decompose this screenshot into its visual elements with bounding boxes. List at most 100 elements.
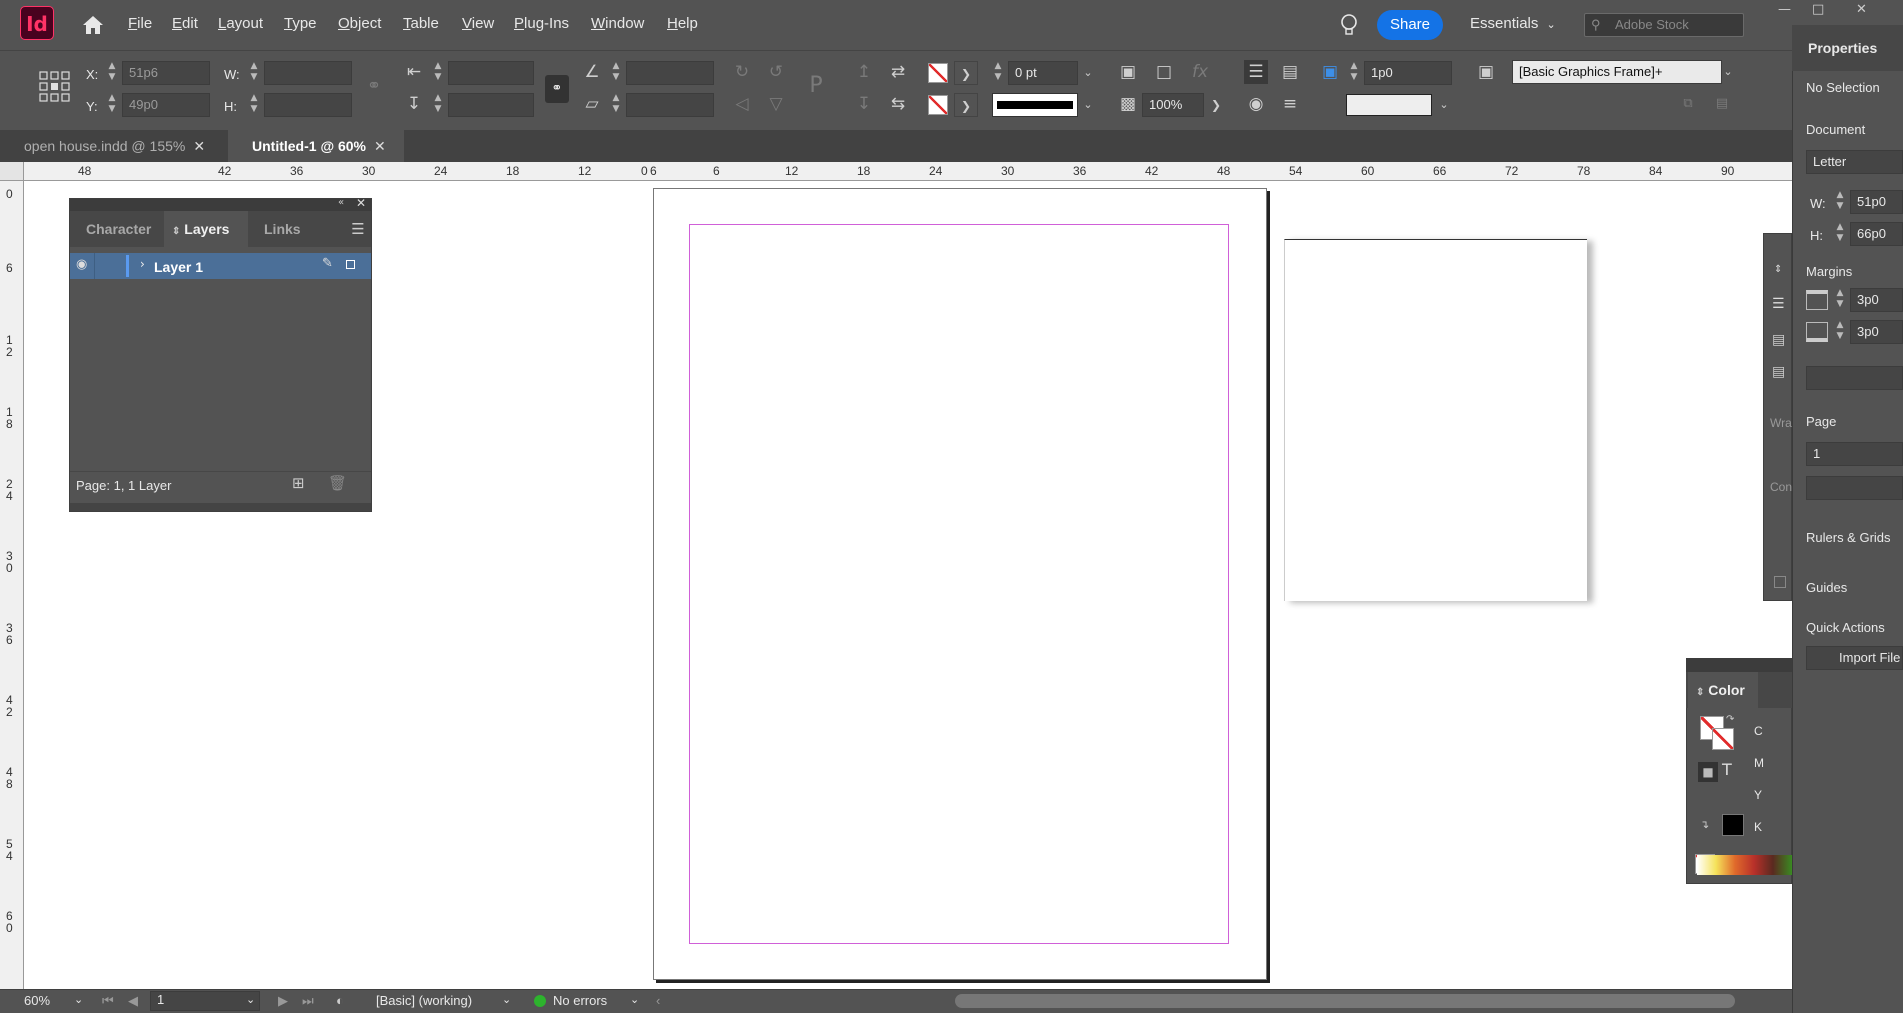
scale-y-field[interactable] bbox=[448, 93, 534, 117]
preflight-dropdown-icon[interactable]: ⌄ bbox=[502, 993, 511, 1006]
stroke-none-color-swatch[interactable] bbox=[1712, 728, 1734, 750]
trash-icon[interactable]: 🗑 bbox=[328, 474, 347, 492]
menu-help[interactable]: Help bbox=[667, 15, 698, 32]
shear-angle-icon[interactable]: ▱ bbox=[580, 92, 604, 116]
scale-y-icon[interactable]: ↧ bbox=[402, 92, 426, 116]
x-field[interactable]: 51p6 bbox=[122, 61, 210, 85]
wrap-none-icon[interactable]: ☰ bbox=[1772, 296, 1785, 312]
text-wrap-bounding-icon[interactable]: ▤ bbox=[1278, 60, 1302, 84]
fill-swatch-menu-icon[interactable]: ❯ bbox=[954, 61, 978, 85]
container-format-icon[interactable]: ■ bbox=[1698, 762, 1718, 782]
stroke-weight-dropdown-icon[interactable]: ⌄ bbox=[1076, 61, 1100, 85]
constrain-proportions-icon[interactable]: ⚭ bbox=[362, 74, 386, 98]
close-icon[interactable]: ✕ bbox=[374, 138, 386, 154]
page-number-field[interactable]: 1 bbox=[150, 991, 260, 1011]
flip-horizontal-icon[interactable]: ◁ bbox=[730, 92, 754, 116]
stroke-swatch-menu-icon[interactable]: ❯ bbox=[954, 93, 978, 117]
link-scale-icon[interactable]: ⚭ bbox=[545, 75, 569, 103]
scale-x-icon[interactable]: ⇤ bbox=[402, 60, 426, 84]
text-wrap-jump-icon[interactable]: ≡ bbox=[1278, 92, 1302, 116]
menu-edit[interactable]: Edit bbox=[172, 15, 198, 32]
effects-fx-icon[interactable]: fx bbox=[1188, 60, 1212, 84]
frame-offset-field[interactable]: 1p0 bbox=[1364, 61, 1452, 85]
scale-y-stepper[interactable]: ▲ ▼ bbox=[430, 93, 446, 117]
shear-field[interactable] bbox=[626, 93, 714, 117]
wrap-bounding-icon[interactable]: ▤ bbox=[1772, 332, 1785, 348]
menu-type[interactable]: Type bbox=[284, 15, 317, 32]
stroke-preview-dropdown-icon[interactable]: ⌄ bbox=[1432, 93, 1456, 117]
y-stepper[interactable]: ▲ ▼ bbox=[104, 93, 120, 117]
rotate-angle-icon[interactable]: ∠ bbox=[580, 60, 604, 84]
workspace-switcher[interactable]: Essentials ⌄ bbox=[1470, 15, 1556, 32]
opacity-icon[interactable]: ▩ bbox=[1116, 92, 1140, 116]
document-preset-select[interactable]: Letter bbox=[1806, 150, 1903, 174]
opacity-menu-icon[interactable]: ❯ bbox=[1204, 93, 1228, 117]
doc-width-field[interactable]: 51p0 bbox=[1850, 190, 1903, 214]
pasteboard-frame[interactable] bbox=[1284, 239, 1587, 601]
margin-top-stepper[interactable]: ▲ ▼ bbox=[1832, 288, 1848, 312]
auto-fit-icon[interactable]: ▣ bbox=[1318, 60, 1342, 84]
rotate-stepper[interactable]: ▲ ▼ bbox=[608, 61, 624, 85]
object-style-select[interactable]: [Basic Graphics Frame]+ bbox=[1512, 60, 1722, 84]
menu-layout[interactable]: Layout bbox=[218, 15, 263, 32]
guides-label[interactable]: Guides bbox=[1806, 580, 1847, 595]
close-icon[interactable]: ✕ bbox=[193, 138, 205, 154]
expand-layer-icon[interactable]: › bbox=[140, 257, 145, 271]
menu-window[interactable]: Window bbox=[591, 15, 644, 32]
previous-page-icon[interactable]: ◀ bbox=[128, 993, 138, 1009]
x-stepper[interactable]: ▲ ▼ bbox=[104, 61, 120, 85]
black-color-swatch[interactable] bbox=[1722, 814, 1744, 836]
wrap-jump-icon[interactable]: ▤ bbox=[1772, 364, 1785, 380]
reference-p-icon[interactable]: P bbox=[804, 74, 828, 98]
corner-options-icon[interactable]: □ bbox=[1152, 60, 1176, 84]
horizontal-ruler[interactable] bbox=[0, 162, 1792, 181]
tab-layers[interactable]: ⇕ Layers bbox=[164, 211, 248, 247]
tab-untitled[interactable]: Untitled-1 @ 60% ✕ bbox=[228, 130, 404, 162]
errors-status[interactable]: No errors bbox=[553, 993, 607, 1008]
tab-character[interactable]: Character bbox=[70, 211, 164, 247]
scale-x-stepper[interactable]: ▲ ▼ bbox=[430, 61, 446, 85]
properties-title[interactable]: Properties bbox=[1808, 40, 1877, 56]
clear-style-icon[interactable]: ▤ bbox=[1710, 92, 1734, 116]
margin-bottom-field[interactable]: 3p0 bbox=[1850, 320, 1903, 344]
scale-x-field[interactable] bbox=[448, 61, 534, 85]
close-panel-icon[interactable]: ✕ bbox=[356, 196, 366, 210]
layer-row[interactable]: ◉ › ✎ bbox=[70, 253, 371, 279]
first-page-icon[interactable]: ⏮ bbox=[102, 993, 114, 1009]
strip-tab-icon[interactable]: ⇕ bbox=[1774, 264, 1782, 275]
last-page-icon[interactable]: ⏭ bbox=[302, 993, 314, 1009]
lightbulb-icon[interactable] bbox=[1338, 12, 1360, 38]
select-container-icon[interactable]: ↥ bbox=[852, 60, 876, 84]
flip-vertical-icon[interactable]: ▽ bbox=[764, 92, 788, 116]
object-style-dropdown-icon[interactable]: ⌄ bbox=[1716, 60, 1740, 84]
adjust-layout-button[interactable] bbox=[1806, 366, 1903, 390]
w-stepper[interactable]: ▲ ▼ bbox=[246, 61, 262, 85]
menu-view[interactable]: View bbox=[462, 15, 494, 32]
menu-table[interactable]: Table bbox=[403, 15, 439, 32]
zoom-level[interactable]: 60% bbox=[24, 993, 50, 1008]
page-dropdown-icon[interactable]: ⌄ bbox=[246, 993, 255, 1006]
fill-none-swatch[interactable] bbox=[928, 63, 948, 83]
stroke-preview-swatch[interactable] bbox=[1346, 94, 1432, 116]
home-icon[interactable] bbox=[80, 12, 106, 38]
stroke-weight-stepper[interactable]: ▲ ▼ bbox=[990, 61, 1006, 85]
frame-offset-stepper[interactable]: ▲ ▼ bbox=[1346, 61, 1362, 85]
close-window-icon[interactable]: ✕ bbox=[1856, 2, 1867, 17]
opacity-field[interactable]: 100% bbox=[1142, 93, 1204, 117]
page-select[interactable]: 1 bbox=[1806, 442, 1903, 466]
last-color-icon[interactable]: ↴ bbox=[1700, 818, 1709, 831]
frame-fitting-icon[interactable]: ▣ bbox=[1116, 60, 1140, 84]
tab-color[interactable]: ⇕ Color bbox=[1688, 672, 1758, 708]
doc-w-stepper[interactable]: ▲ ▼ bbox=[1832, 190, 1848, 214]
edit-page-button[interactable] bbox=[1806, 476, 1903, 500]
doc-height-field[interactable]: 66p0 bbox=[1850, 222, 1903, 246]
eye-visibility-icon[interactable]: ◉ bbox=[76, 257, 87, 272]
rotate-ccw-icon[interactable]: ↺ bbox=[764, 60, 788, 84]
stroke-none-swatch[interactable] bbox=[928, 95, 948, 115]
w-field[interactable] bbox=[264, 61, 352, 85]
errors-dropdown-icon[interactable]: ⌄ bbox=[630, 993, 639, 1006]
strip-checkbox[interactable] bbox=[1774, 576, 1786, 588]
zoom-dropdown-icon[interactable]: ⌄ bbox=[74, 993, 83, 1006]
h-field[interactable] bbox=[264, 93, 352, 117]
share-button[interactable]: Share bbox=[1377, 10, 1443, 40]
